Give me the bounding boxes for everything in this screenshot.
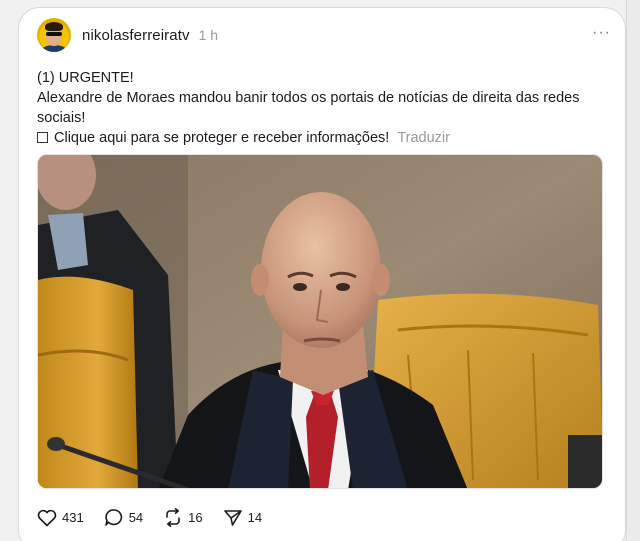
comment-button[interactable]: 54 (104, 508, 143, 527)
repost-count: 16 (188, 510, 203, 525)
repost-button[interactable]: 16 (163, 508, 203, 527)
like-button[interactable]: 431 (37, 509, 84, 527)
post-image[interactable] (37, 154, 603, 489)
post-cta-line: Clique aqui para se proteger e receber i… (37, 128, 597, 148)
translate-link[interactable]: Traduzir (397, 130, 450, 146)
repost-icon (166, 508, 180, 527)
heart-icon (37, 509, 57, 526)
post-line-2: Alexandre de Moraes mandou banir todos o… (37, 90, 580, 106)
like-count: 431 (62, 510, 84, 525)
post-card: nikolasferreiratv 1 h ··· (1) URGENTE! A… (18, 7, 626, 541)
more-options-icon[interactable]: ··· (592, 25, 611, 41)
comment-count: 54 (128, 510, 144, 525)
comment-icon (104, 509, 122, 526)
scrollbar[interactable] (626, 0, 640, 541)
avatar[interactable] (37, 18, 71, 52)
timestamp: 1 h (198, 27, 219, 43)
share-count: 14 (247, 510, 263, 525)
post-header: nikolasferreiratv 1 h (37, 18, 218, 52)
checkbox-icon (37, 132, 48, 143)
post-cta-text: Clique aqui para se proteger e receber i… (54, 130, 390, 146)
post-text: (1) URGENTE! Alexandre de Moraes mandou … (37, 68, 597, 148)
post-line-3: sociais! (37, 110, 86, 126)
username[interactable]: nikolasferreiratv (82, 27, 190, 44)
post-line-1: (1) URGENTE! (37, 70, 134, 86)
share-button[interactable]: 14 (223, 509, 262, 527)
photo-of-man-in-judicial-robe-icon (38, 155, 602, 488)
action-bar: 431 54 16 14 (37, 508, 282, 527)
send-icon (223, 509, 242, 526)
